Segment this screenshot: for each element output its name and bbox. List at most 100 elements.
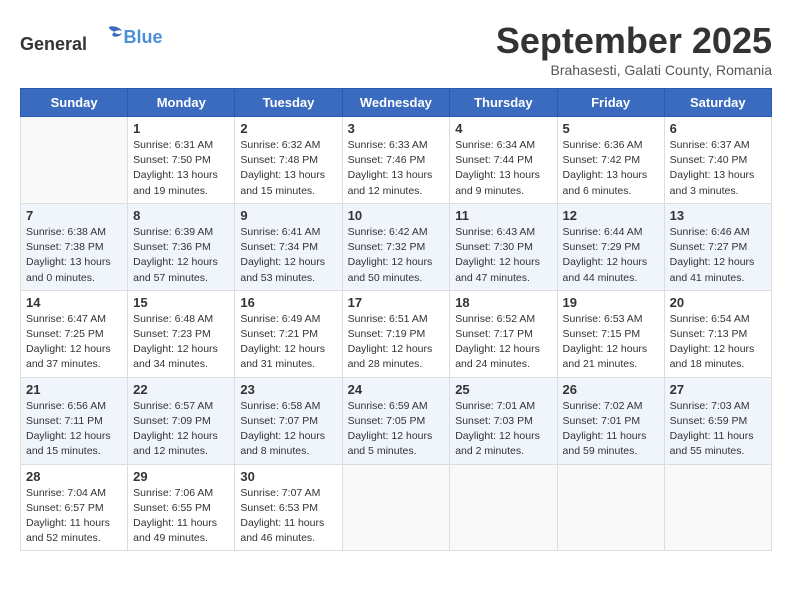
calendar-cell: 15 Sunrise: 6:48 AMSunset: 7:23 PMDayligh… <box>128 290 235 377</box>
weekday-header-row: SundayMondayTuesdayWednesdayThursdayFrid… <box>21 89 772 117</box>
calendar-cell: 4Sunrise: 6:34 AMSunset: 7:44 PMDaylight… <box>450 117 557 204</box>
calendar-cell <box>450 464 557 551</box>
calendar-cell: 25 Sunrise: 7:01 AMSunset: 7:03 PMDayligh… <box>450 377 557 464</box>
month-title: September 2025 <box>496 20 772 62</box>
calendar-cell: 20 Sunrise: 6:54 AMSunset: 7:13 PMDayligh… <box>664 290 771 377</box>
calendar-week-row: 21Sunrise: 6:56 AMSunset: 7:11 PMDayligh… <box>21 377 772 464</box>
logo-general: General <box>20 34 87 54</box>
calendar-cell: 3 Sunrise: 6:33 AMSunset: 7:46 PMDaylight… <box>342 117 450 204</box>
calendar-cell: 13 Sunrise: 6:46 AMSunset: 7:27 PMDayligh… <box>664 203 771 290</box>
day-info: Sunrise: 6:49 AMSunset: 7:21 PMDaylight:… <box>240 312 336 373</box>
calendar-cell <box>342 464 450 551</box>
day-info: Sunrise: 6:42 AMSunset: 7:32 PMDaylight:… <box>348 225 445 286</box>
day-number: 24 <box>348 382 445 397</box>
logo-bird-icon <box>94 20 124 50</box>
calendar-cell: 12Sunrise: 6:44 AMSunset: 7:29 PMDayligh… <box>557 203 664 290</box>
weekday-header: Friday <box>557 89 664 117</box>
day-info: Sunrise: 6:58 AMSunset: 7:07 PMDaylight:… <box>240 399 336 460</box>
day-number: 1 <box>133 121 229 136</box>
location-subtitle: Brahasesti, Galati County, Romania <box>496 62 772 78</box>
day-info: Sunrise: 6:47 AMSunset: 7:25 PMDaylight:… <box>26 312 122 373</box>
day-number: 25 <box>455 382 551 397</box>
calendar-cell: 27Sunrise: 7:03 AMSunset: 6:59 PMDayligh… <box>664 377 771 464</box>
logo: General Blue <box>20 20 163 55</box>
weekday-header: Monday <box>128 89 235 117</box>
weekday-header: Sunday <box>21 89 128 117</box>
calendar-cell: 9 Sunrise: 6:41 AMSunset: 7:34 PMDaylight… <box>235 203 342 290</box>
calendar-cell: 22 Sunrise: 6:57 AMSunset: 7:09 PMDayligh… <box>128 377 235 464</box>
day-number: 20 <box>670 295 766 310</box>
calendar-cell: 6 Sunrise: 6:37 AMSunset: 7:40 PMDaylight… <box>664 117 771 204</box>
calendar-cell: 7 Sunrise: 6:38 AMSunset: 7:38 PMDaylight… <box>21 203 128 290</box>
calendar-cell: 24 Sunrise: 6:59 AMSunset: 7:05 PMDayligh… <box>342 377 450 464</box>
calendar-cell: 14 Sunrise: 6:47 AMSunset: 7:25 PMDayligh… <box>21 290 128 377</box>
calendar-cell <box>21 117 128 204</box>
day-number: 18 <box>455 295 551 310</box>
day-info: Sunrise: 6:34 AMSunset: 7:44 PMDaylight:… <box>455 138 551 199</box>
calendar-cell: 30 Sunrise: 7:07 AMSunset: 6:53 PMDayligh… <box>235 464 342 551</box>
day-number: 29 <box>133 469 229 484</box>
day-number: 10 <box>348 208 445 223</box>
day-info: Sunrise: 6:51 AMSunset: 7:19 PMDaylight:… <box>348 312 445 373</box>
day-info: Sunrise: 6:48 AMSunset: 7:23 PMDaylight:… <box>133 312 229 373</box>
day-number: 30 <box>240 469 336 484</box>
day-number: 13 <box>670 208 766 223</box>
title-section: September 2025 Brahasesti, Galati County… <box>496 20 772 78</box>
day-info: Sunrise: 6:54 AMSunset: 7:13 PMDaylight:… <box>670 312 766 373</box>
day-info: Sunrise: 6:41 AMSunset: 7:34 PMDaylight:… <box>240 225 336 286</box>
calendar-cell: 26Sunrise: 7:02 AMSunset: 7:01 PMDayligh… <box>557 377 664 464</box>
weekday-header: Wednesday <box>342 89 450 117</box>
day-number: 19 <box>563 295 659 310</box>
calendar-cell: 17 Sunrise: 6:51 AMSunset: 7:19 PMDayligh… <box>342 290 450 377</box>
day-number: 3 <box>348 121 445 136</box>
calendar-cell: 10 Sunrise: 6:42 AMSunset: 7:32 PMDayligh… <box>342 203 450 290</box>
weekday-header: Thursday <box>450 89 557 117</box>
day-info: Sunrise: 6:32 AMSunset: 7:48 PMDaylight:… <box>240 138 336 199</box>
day-number: 27 <box>670 382 766 397</box>
day-info: Sunrise: 6:37 AMSunset: 7:40 PMDaylight:… <box>670 138 766 199</box>
day-number: 5 <box>563 121 659 136</box>
day-info: Sunrise: 6:56 AMSunset: 7:11 PMDaylight:… <box>26 399 122 460</box>
calendar-week-row: 7 Sunrise: 6:38 AMSunset: 7:38 PMDaylight… <box>21 203 772 290</box>
calendar-cell: 18Sunrise: 6:52 AMSunset: 7:17 PMDayligh… <box>450 290 557 377</box>
calendar-cell: 19 Sunrise: 6:53 AMSunset: 7:15 PMDayligh… <box>557 290 664 377</box>
day-number: 15 <box>133 295 229 310</box>
day-info: Sunrise: 6:33 AMSunset: 7:46 PMDaylight:… <box>348 138 445 199</box>
logo-blue: Blue <box>124 27 163 47</box>
day-info: Sunrise: 6:59 AMSunset: 7:05 PMDaylight:… <box>348 399 445 460</box>
calendar-cell: 23Sunrise: 6:58 AMSunset: 7:07 PMDayligh… <box>235 377 342 464</box>
day-number: 6 <box>670 121 766 136</box>
day-info: Sunrise: 6:44 AMSunset: 7:29 PMDaylight:… <box>563 225 659 286</box>
day-number: 14 <box>26 295 122 310</box>
calendar-cell <box>664 464 771 551</box>
day-number: 22 <box>133 382 229 397</box>
day-info: Sunrise: 6:39 AMSunset: 7:36 PMDaylight:… <box>133 225 229 286</box>
calendar-cell: 21Sunrise: 6:56 AMSunset: 7:11 PMDayligh… <box>21 377 128 464</box>
day-info: Sunrise: 6:43 AMSunset: 7:30 PMDaylight:… <box>455 225 551 286</box>
calendar-cell: 11 Sunrise: 6:43 AMSunset: 7:30 PMDayligh… <box>450 203 557 290</box>
day-info: Sunrise: 6:53 AMSunset: 7:15 PMDaylight:… <box>563 312 659 373</box>
calendar-cell: 16 Sunrise: 6:49 AMSunset: 7:21 PMDayligh… <box>235 290 342 377</box>
day-info: Sunrise: 6:36 AMSunset: 7:42 PMDaylight:… <box>563 138 659 199</box>
day-number: 7 <box>26 208 122 223</box>
day-number: 11 <box>455 208 551 223</box>
calendar-week-row: 28Sunrise: 7:04 AMSunset: 6:57 PMDayligh… <box>21 464 772 551</box>
calendar-cell: 1Sunrise: 6:31 AMSunset: 7:50 PMDaylight… <box>128 117 235 204</box>
day-number: 16 <box>240 295 336 310</box>
weekday-header: Tuesday <box>235 89 342 117</box>
calendar-cell: 2Sunrise: 6:32 AMSunset: 7:48 PMDaylight… <box>235 117 342 204</box>
day-number: 8 <box>133 208 229 223</box>
day-info: Sunrise: 7:01 AMSunset: 7:03 PMDaylight:… <box>455 399 551 460</box>
day-number: 17 <box>348 295 445 310</box>
calendar-cell: 5 Sunrise: 6:36 AMSunset: 7:42 PMDaylight… <box>557 117 664 204</box>
day-info: Sunrise: 6:38 AMSunset: 7:38 PMDaylight:… <box>26 225 122 286</box>
calendar-week-row: 1Sunrise: 6:31 AMSunset: 7:50 PMDaylight… <box>21 117 772 204</box>
day-info: Sunrise: 6:57 AMSunset: 7:09 PMDaylight:… <box>133 399 229 460</box>
day-info: Sunrise: 6:46 AMSunset: 7:27 PMDaylight:… <box>670 225 766 286</box>
calendar-cell: 29 Sunrise: 7:06 AMSunset: 6:55 PMDayligh… <box>128 464 235 551</box>
day-number: 9 <box>240 208 336 223</box>
day-info: Sunrise: 7:07 AMSunset: 6:53 PMDaylight:… <box>240 486 336 547</box>
day-number: 26 <box>563 382 659 397</box>
day-info: Sunrise: 7:04 AMSunset: 6:57 PMDaylight:… <box>26 486 122 547</box>
day-info: Sunrise: 7:06 AMSunset: 6:55 PMDaylight:… <box>133 486 229 547</box>
